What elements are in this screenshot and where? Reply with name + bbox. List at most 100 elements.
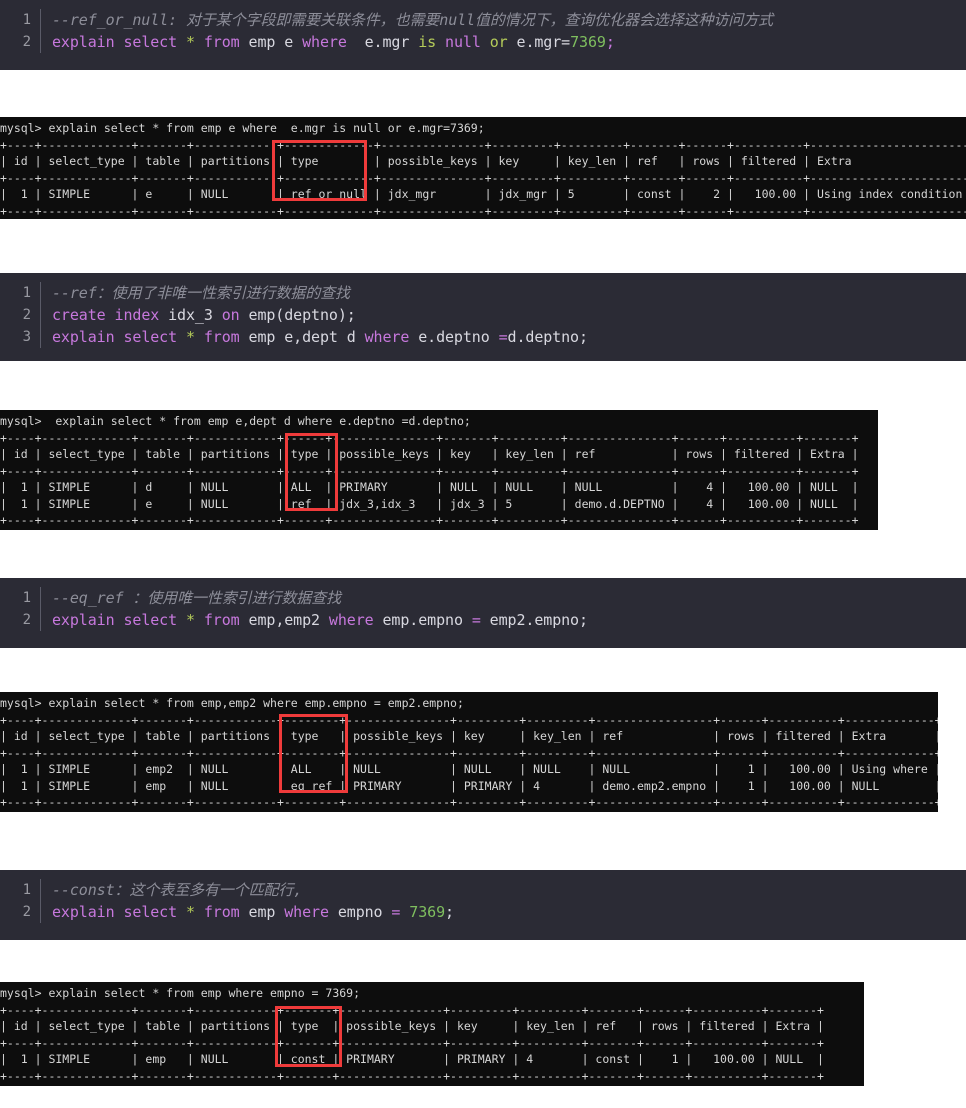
code-token: emp e,dept d bbox=[239, 328, 365, 346]
code-token: e.mgr= bbox=[507, 33, 571, 51]
code-token: * bbox=[185, 903, 195, 921]
code-token: emp2.empno; bbox=[480, 611, 588, 629]
terminal-output-const: mysql> explain select * from emp where e… bbox=[0, 982, 864, 1086]
terminal-line: | 1 | SIMPLE | e | NULL | ref | jdx_3,id… bbox=[0, 496, 859, 511]
terminal-line: | 1 | SIMPLE | emp | NULL | const | PRIM… bbox=[0, 1052, 824, 1066]
code-token: from bbox=[203, 33, 240, 51]
terminal-line: +----+-------------+-------+------------… bbox=[0, 1035, 824, 1050]
code-token: null bbox=[445, 33, 481, 51]
code-token: select bbox=[123, 611, 178, 629]
code-token: from bbox=[203, 903, 240, 921]
line-number: 2 bbox=[22, 612, 31, 628]
terminal-line: | 1 | SIMPLE | d | NULL | ALL | PRIMARY … bbox=[0, 480, 859, 494]
code-block-eq-ref[interactable]: 1 --eq_ref ：使用唯一性索引进行数据查找 2 explain sele… bbox=[0, 578, 966, 648]
code-token: select bbox=[123, 33, 178, 51]
code-line: 1 --const：这个表至多有一个匹配行, bbox=[0, 879, 966, 901]
terminal-line: +----+-------------+-------+------------… bbox=[0, 712, 938, 727]
code-token: where bbox=[284, 903, 329, 921]
code-block-const[interactable]: 1 --const：这个表至多有一个匹配行, 2 explain select … bbox=[0, 870, 966, 940]
line-number: 1 bbox=[22, 285, 31, 301]
code-token: emp,emp2 bbox=[239, 611, 329, 629]
terminal-line: +----+-------------+-------+------------… bbox=[0, 795, 938, 809]
code-token: * bbox=[185, 611, 195, 629]
terminal-line: +----+-------------+-------+------------… bbox=[0, 1068, 824, 1083]
code-token: from bbox=[203, 328, 240, 346]
line-number: 2 bbox=[22, 34, 31, 50]
terminal-output-ref-or-null: mysql> explain select * from emp e where… bbox=[0, 117, 966, 219]
terminal-line: +----+-------------+-------+------------… bbox=[0, 463, 859, 478]
code-token: ; bbox=[605, 33, 615, 51]
code-token: ; bbox=[445, 903, 454, 921]
gutter-divider bbox=[40, 326, 41, 348]
code-line: 1 --ref_or_null: 对于某个字段即需要关联条件，也需要null值的… bbox=[0, 9, 966, 31]
code-token: where bbox=[364, 328, 410, 346]
code-comment: --eq_ref ：使用唯一性索引进行数据查找 bbox=[52, 589, 341, 607]
code-token: e.mgr bbox=[346, 33, 419, 51]
code-line: 2 create index idx_3 on emp(deptno); bbox=[0, 304, 966, 326]
terminal-line: 2 rows in set, 1 warning (0.00 sec) bbox=[0, 529, 878, 531]
line-number: 2 bbox=[22, 904, 31, 920]
terminal-line: +----+-------------+-------+------------… bbox=[0, 203, 966, 218]
terminal-line: | id | select_type | table | partitions … bbox=[0, 154, 966, 168]
terminal-output-eq-ref: mysql> explain select * from emp,emp2 wh… bbox=[0, 692, 938, 812]
gutter-divider bbox=[40, 304, 41, 326]
terminal-line: 1 row in set, 1 warning (0.00 sec) bbox=[0, 1084, 864, 1086]
code-line: 2 explain select * from emp e where e.mg… bbox=[0, 31, 966, 53]
gutter-divider bbox=[40, 901, 41, 923]
code-token: d.deptno; bbox=[507, 328, 588, 346]
terminal-line: +----+-------------+-------+------------… bbox=[0, 513, 859, 527]
code-token: index bbox=[114, 306, 160, 324]
code-sql: create index idx_3 on emp(deptno); bbox=[52, 304, 356, 326]
code-token: empno bbox=[328, 903, 392, 921]
gutter-divider bbox=[40, 9, 41, 31]
code-token: explain bbox=[52, 903, 115, 921]
code-token: = bbox=[471, 611, 481, 629]
terminal-line: | 1 | SIMPLE | emp | NULL | eq_ref | PRI… bbox=[0, 778, 938, 793]
gutter-divider bbox=[40, 609, 41, 631]
code-token: from bbox=[203, 611, 240, 629]
line-number: 3 bbox=[22, 329, 31, 345]
code-block-ref[interactable]: 1 --ref：使用了非唯一性索引进行数据的查找 2 create index … bbox=[0, 273, 966, 361]
gutter-divider bbox=[40, 31, 41, 53]
terminal-line: +----+-------------+-------+------------… bbox=[0, 170, 966, 185]
line-number: 1 bbox=[22, 12, 31, 28]
code-token: * bbox=[185, 33, 195, 51]
code-comment: --ref：使用了非唯一性索引进行数据的查找 bbox=[52, 284, 350, 302]
terminal-line: mysql> explain select * from emp,emp2 wh… bbox=[0, 696, 464, 710]
code-block-ref-or-null[interactable]: 1 --ref_or_null: 对于某个字段即需要关联条件，也需要null值的… bbox=[0, 0, 966, 70]
code-token: emp(deptno); bbox=[239, 306, 356, 324]
gutter-divider bbox=[40, 282, 41, 304]
line-number: 2 bbox=[22, 307, 31, 323]
code-token: select bbox=[123, 328, 178, 346]
line-number: 1 bbox=[22, 590, 31, 606]
terminal-line: | id | select_type | table | partitions … bbox=[0, 729, 938, 743]
terminal-line: | 1 | SIMPLE | e | NULL | ref_or_null | … bbox=[0, 187, 966, 201]
terminal-line: +----+-------------+-------+------------… bbox=[0, 745, 938, 760]
code-token: 7369 bbox=[409, 903, 446, 921]
code-token: explain bbox=[52, 328, 115, 346]
gutter-divider bbox=[40, 587, 41, 609]
code-line: 2 explain select * from emp,emp2 where e… bbox=[0, 609, 966, 631]
code-token: is bbox=[418, 33, 437, 51]
code-sql: explain select * from emp e,dept d where… bbox=[52, 326, 588, 348]
code-line: 1 --eq_ref ：使用唯一性索引进行数据查找 bbox=[0, 587, 966, 609]
code-line: 2 explain select * from emp where empno … bbox=[0, 901, 966, 923]
terminal-line: | id | select_type | table | partitions … bbox=[0, 1019, 824, 1033]
terminal-line: +----+-------------+-------+------------… bbox=[0, 430, 859, 445]
line-number: 1 bbox=[22, 882, 31, 898]
code-token: 7369 bbox=[570, 33, 606, 51]
code-token: idx_3 bbox=[159, 306, 222, 324]
terminal-output-ref: mysql> explain select * from emp e,dept … bbox=[0, 410, 878, 530]
terminal-line: +----+-------------+-------+------------… bbox=[0, 1002, 824, 1017]
code-token: = bbox=[498, 328, 508, 346]
